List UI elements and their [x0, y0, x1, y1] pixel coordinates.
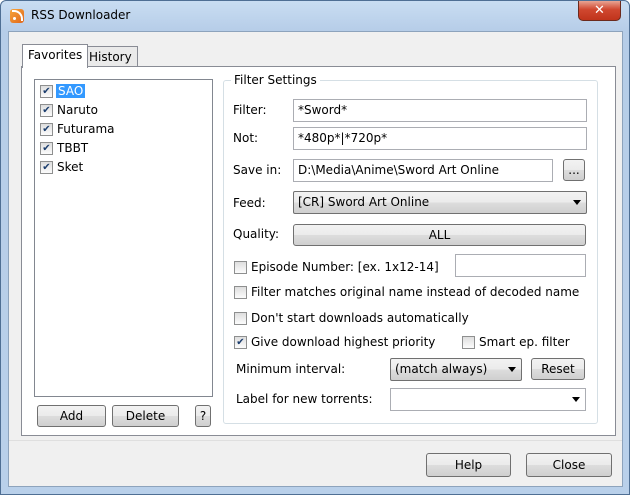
smart-ep-checkbox[interactable] — [462, 336, 475, 349]
reset-button[interactable]: Reset — [531, 358, 585, 380]
chevron-down-icon — [573, 200, 581, 205]
high-priority-option[interactable]: ✔ Give download highest priority — [234, 335, 436, 351]
list-item-label: Naruto — [57, 103, 98, 117]
chevron-down-icon — [572, 397, 580, 402]
tab-history[interactable]: History — [83, 46, 138, 68]
match-original-option[interactable]: Filter matches original name instead of … — [234, 285, 579, 301]
torrent-label-label: Label for new torrents: — [236, 392, 373, 406]
chevron-down-icon — [508, 367, 516, 372]
title-bar[interactable]: RSS Downloader ✕ — [1, 1, 629, 31]
list-item[interactable]: ✔ Naruto — [35, 101, 212, 120]
save-in-label: Save in: — [233, 163, 282, 177]
smart-ep-option[interactable]: Smart ep. filter — [462, 335, 582, 351]
high-priority-label: Give download highest priority — [251, 335, 436, 349]
checkbox-sao[interactable]: ✔ — [40, 85, 53, 98]
list-item[interactable]: ✔ Futurama — [35, 120, 212, 139]
favorites-panel: ✔ SAO ✔ Naruto ✔ Futurama ✔ TBBT ✔ Sket … — [21, 66, 616, 436]
save-in-input[interactable]: D:\Media\Anime\Sword Art Online — [293, 159, 553, 182]
rss-icon — [10, 9, 24, 23]
client-area: Favorites History ✔ SAO ✔ Naruto ✔ Futur… — [8, 31, 623, 487]
filter-label: Filter: — [233, 103, 267, 117]
no-auto-start-option[interactable]: Don't start downloads automatically — [234, 311, 474, 327]
window-title: RSS Downloader — [31, 8, 131, 22]
list-item-label: TBBT — [57, 141, 89, 155]
match-original-checkbox[interactable] — [234, 286, 247, 299]
rss-downloader-window: RSS Downloader ✕ Favorites History ✔ SAO… — [0, 0, 630, 495]
match-original-label: Filter matches original name instead of … — [251, 285, 580, 299]
delete-button[interactable]: Delete — [112, 405, 179, 427]
high-priority-checkbox[interactable]: ✔ — [234, 336, 247, 349]
torrent-label-combo[interactable] — [390, 388, 586, 411]
min-interval-label: Minimum interval: — [236, 362, 346, 376]
help-button[interactable]: Help — [426, 453, 511, 477]
min-interval-value: (match always) — [395, 362, 488, 376]
help-question-button[interactable]: ? — [195, 405, 211, 427]
close-button[interactable]: Close — [526, 453, 612, 477]
list-item[interactable]: ✔ SAO — [35, 82, 212, 101]
checkbox-tbbt[interactable]: ✔ — [40, 142, 53, 155]
not-label: Not: — [233, 131, 259, 145]
no-auto-start-label: Don't start downloads automatically — [251, 311, 469, 325]
dialog-button-bar: Help Close — [9, 440, 622, 486]
episode-number-option[interactable]: Episode Number: [ex. 1x12-14] — [234, 260, 439, 276]
checkbox-sket[interactable]: ✔ — [40, 161, 53, 174]
window-close-button[interactable]: ✕ — [578, 1, 621, 21]
quality-button[interactable]: ALL — [293, 224, 586, 246]
add-button[interactable]: Add — [37, 405, 106, 427]
checkbox-futurama[interactable]: ✔ — [40, 123, 53, 136]
feed-label: Feed: — [233, 196, 266, 210]
browse-button[interactable]: ... — [563, 159, 585, 181]
episode-number-checkbox[interactable] — [234, 261, 247, 274]
favorites-list[interactable]: ✔ SAO ✔ Naruto ✔ Futurama ✔ TBBT ✔ Sket — [34, 79, 213, 397]
not-input[interactable]: *480p*|*720p* — [293, 127, 587, 150]
list-item-label: Futurama — [57, 122, 115, 136]
feed-select-value: [CR] Sword Art Online — [298, 195, 430, 209]
list-item-label: Sket — [57, 160, 84, 174]
feed-select[interactable]: [CR] Sword Art Online — [293, 191, 587, 214]
min-interval-select[interactable]: (match always) — [390, 358, 522, 381]
quality-label: Quality: — [233, 227, 280, 241]
filter-settings-title: Filter Settings — [231, 73, 320, 87]
list-item-label: SAO — [56, 84, 86, 98]
tab-favorites[interactable]: Favorites — [22, 44, 89, 68]
filter-input[interactable]: *Sword* — [293, 99, 587, 122]
episode-number-label: Episode Number: [ex. 1x12-14] — [251, 260, 439, 274]
smart-ep-label: Smart ep. filter — [479, 335, 570, 349]
list-item[interactable]: ✔ TBBT — [35, 139, 212, 158]
checkbox-naruto[interactable]: ✔ — [40, 104, 53, 117]
list-item[interactable]: ✔ Sket — [35, 158, 212, 177]
episode-number-input[interactable] — [455, 254, 586, 277]
no-auto-start-checkbox[interactable] — [234, 312, 247, 325]
